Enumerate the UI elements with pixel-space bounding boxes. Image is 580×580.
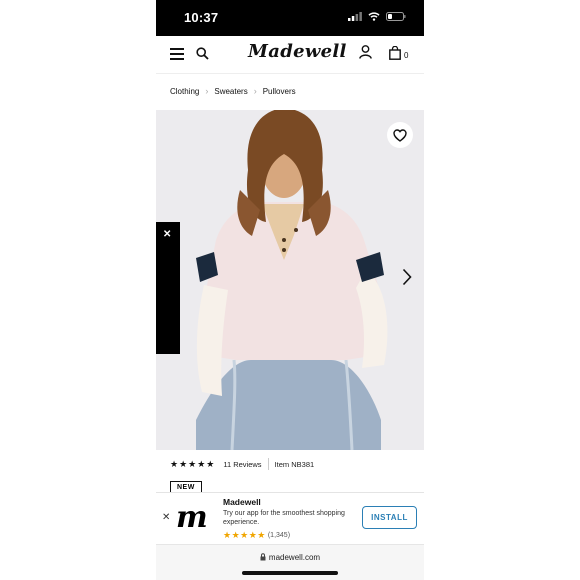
app-install-banner: ✕ m Madewell Try our app for the smoothe… [156,492,424,544]
signal-icon [348,12,362,21]
breadcrumb-item-sweaters[interactable]: Sweaters [214,87,247,96]
status-time: 10:37 [184,10,219,25]
install-button[interactable]: INSTALL [362,506,417,529]
url-display[interactable]: madewell.com [156,553,424,562]
status-bar: 10:37 [156,0,424,36]
product-image[interactable] [156,110,424,450]
app-logo-icon: m [176,500,208,535]
wishlist-button[interactable] [387,122,413,148]
battery-icon [386,12,406,21]
breadcrumb-item-pullovers[interactable]: Pullovers [263,87,296,96]
item-number: Item NB381 [274,459,315,469]
close-banner-icon[interactable]: ✕ [162,512,170,523]
menu-icon[interactable] [170,48,184,60]
rating-stars[interactable]: ★★★★★ [170,459,215,470]
account-icon[interactable] [359,45,372,59]
chevron-right-icon: › [205,86,209,96]
app-description: Try our app for the smoothest shopping e… [223,510,345,526]
lock-icon [260,553,266,561]
close-icon[interactable]: ✕ [163,229,171,240]
site-header: Madewell 0 [156,36,424,74]
url-text: madewell.com [268,553,321,562]
breadcrumb: Clothing › Sweaters › Pullovers [170,86,296,96]
reviews-link[interactable]: 11 Reviews [223,460,261,469]
search-icon[interactable] [196,47,209,60]
next-image-arrow-icon[interactable] [402,268,412,286]
chevron-right-icon: › [253,86,257,96]
browser-url-bar[interactable]: madewell.com [156,544,424,580]
app-name: Madewell [223,497,261,507]
app-rating: ★★★★★ (1,345) [223,530,290,541]
app-rating-stars: ★★★★★ [223,530,266,540]
site-logo[interactable]: Madewell [248,41,347,62]
phone-screen: 10:37 Madewell 0 Clothing › Sweaters › P… [156,0,424,580]
product-photo-illustration [156,110,424,450]
status-icons [348,12,406,21]
divider [267,458,269,470]
shopping-bag-icon[interactable] [389,46,401,60]
wifi-icon [368,12,380,21]
app-rating-count: (1,345) [267,532,291,539]
bag-count: 0 [404,51,409,60]
product-rating-row: ★★★★★ 11 Reviews Item NB381 [170,458,314,470]
heart-icon [393,128,407,142]
breadcrumb-item-clothing[interactable]: Clothing [170,87,199,96]
home-indicator[interactable] [242,571,338,575]
referral-promo-text[interactable]: GIVE $20, GET $20 (!) [160,260,169,350]
